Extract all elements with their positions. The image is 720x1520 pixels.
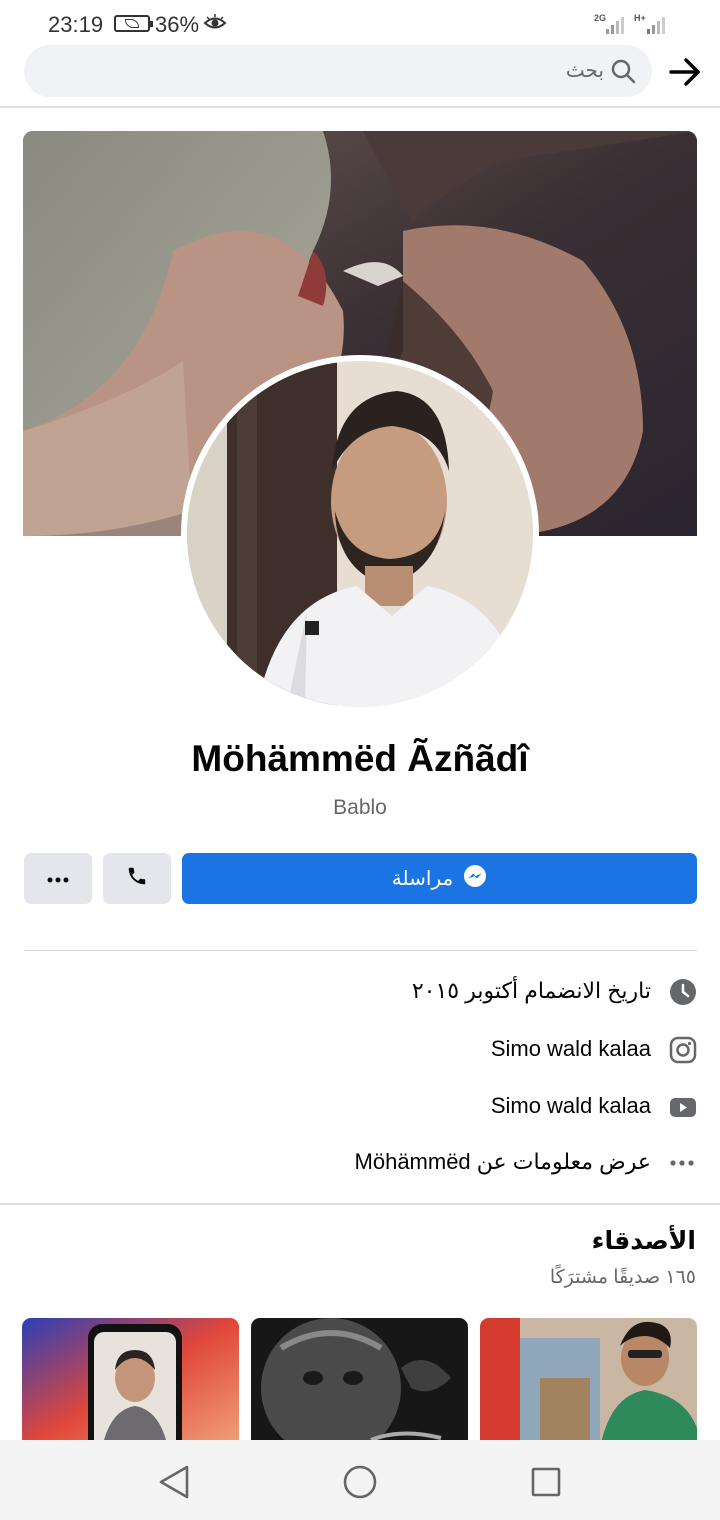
arrow-right-icon[interactable] — [668, 56, 702, 93]
more-button[interactable] — [24, 853, 92, 904]
info-about-text[interactable]: عرض معلومات عن Möhämmëd — [355, 1149, 651, 1175]
friends-mutual-count[interactable]: ١٦٥ صديقًا مشترَكًا — [550, 1266, 696, 1289]
status-time: 23:19 — [48, 12, 104, 37]
clock-icon — [669, 978, 697, 1011]
info-instagram-text[interactable]: Simo wald kalaa — [491, 1036, 651, 1062]
more-horizontal-icon — [669, 1149, 697, 1182]
section-divider — [24, 950, 697, 951]
nav-recents-icon[interactable] — [524, 1460, 568, 1504]
message-button-label: مراسلة — [391, 868, 454, 890]
info-row-joined: تاريخ الانضمام أكتوبر ٢٠١٥ — [24, 972, 697, 1012]
info-joined-text: تاريخ الانضمام أكتوبر ٢٠١٥ — [411, 978, 651, 1003]
profile-name: Möhämmëd Ãzñãdî — [191, 738, 529, 779]
friend-thumbnail[interactable] — [480, 1318, 697, 1448]
info-youtube-text[interactable]: Simo wald kalaa — [491, 1093, 651, 1119]
nav-home-icon[interactable] — [338, 1460, 382, 1504]
call-button[interactable] — [103, 853, 171, 904]
signal-icon-2: H+ — [634, 12, 670, 41]
section-divider — [0, 1203, 720, 1205]
friend-thumbnail[interactable] — [22, 1318, 239, 1448]
info-row-youtube[interactable]: Simo wald kalaa — [24, 1087, 697, 1127]
search-icon — [610, 58, 636, 89]
status-bar: 23:19 36% 2G H+ — [0, 0, 720, 44]
info-row-instagram[interactable]: Simo wald kalaa — [24, 1030, 697, 1070]
battery-icon — [114, 15, 153, 32]
system-nav-bar — [0, 1440, 720, 1520]
nav-back-icon[interactable] — [152, 1460, 196, 1504]
network-label-2: H+ — [634, 13, 646, 23]
profile-avatar[interactable] — [187, 361, 533, 707]
friends-title: الأصدقاء — [591, 1227, 696, 1255]
signal-icon: 2G — [594, 12, 628, 41]
youtube-icon — [669, 1093, 697, 1126]
header-divider — [0, 106, 720, 108]
info-row-about[interactable]: عرض معلومات عن Möhämmëd — [24, 1143, 697, 1183]
battery-percent: 36% — [155, 12, 200, 37]
friend-thumbnail[interactable] — [251, 1318, 468, 1448]
phone-icon — [126, 865, 148, 892]
more-horizontal-icon — [47, 870, 69, 888]
profile-nickname: Bablo — [333, 796, 387, 819]
messenger-icon — [463, 864, 487, 893]
instagram-icon — [669, 1036, 697, 1069]
message-button[interactable]: مراسلة — [182, 853, 697, 904]
network-label-1: 2G — [594, 13, 606, 23]
search-placeholder: بحث — [565, 60, 604, 82]
eye-comfort-icon — [203, 14, 227, 37]
